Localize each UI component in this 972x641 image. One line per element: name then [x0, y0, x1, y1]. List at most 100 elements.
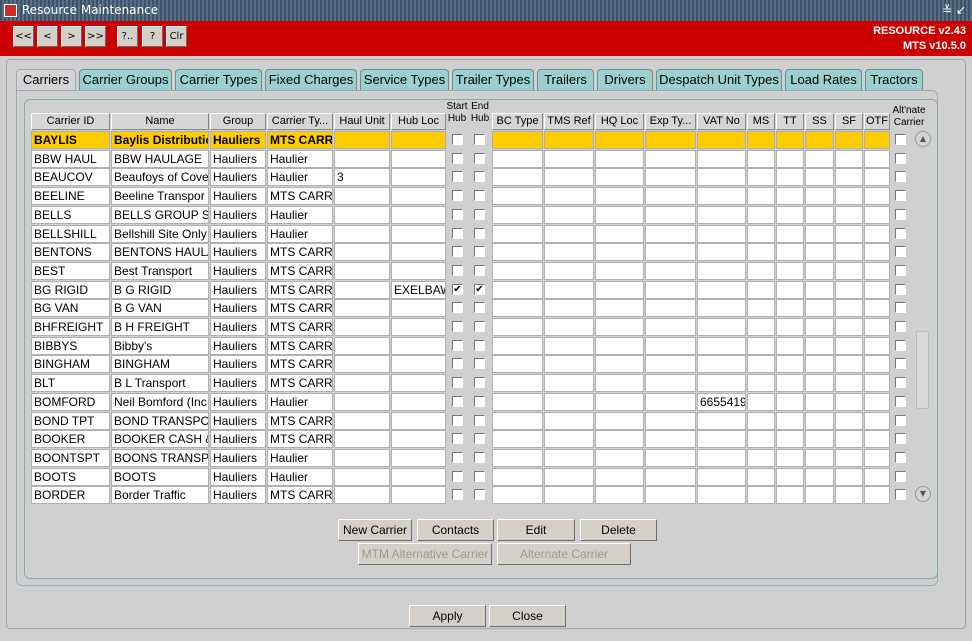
carrier-id-cell[interactable]: BEST	[31, 261, 110, 280]
tt-cell[interactable]	[776, 355, 804, 374]
sf-cell[interactable]	[835, 299, 863, 318]
haul-unit-cell[interactable]	[334, 280, 390, 299]
group-cell[interactable]: Hauliers	[210, 467, 266, 486]
hq-loc-cell[interactable]	[595, 486, 644, 505]
carrier-id-cell[interactable]: BEELINE	[31, 187, 110, 206]
haul-unit-cell[interactable]	[334, 392, 390, 411]
hq-loc-cell[interactable]	[595, 299, 644, 318]
carrier-type-cell[interactable]: Haulier	[267, 224, 333, 243]
tms-ref-cell[interactable]	[544, 261, 594, 280]
tt-cell[interactable]	[776, 392, 804, 411]
haul-unit-cell[interactable]	[334, 467, 390, 486]
haul-unit-cell[interactable]	[334, 299, 390, 318]
end-hub-checkbox[interactable]	[474, 451, 485, 463]
name-cell[interactable]: Bibby's	[111, 336, 209, 355]
carrier-id-cell[interactable]: BAYLIS	[31, 131, 110, 149]
table-row[interactable]: BAYLIS Baylis Distributio Hauliers MTS CARR…	[31, 131, 906, 150]
ms-cell[interactable]	[747, 280, 775, 299]
name-cell[interactable]: BELLS GROUP S	[111, 205, 209, 224]
exp-type-cell[interactable]	[645, 374, 696, 393]
bc-type-cell[interactable]	[492, 299, 543, 318]
carrier-id-cell[interactable]: BOND TPT	[31, 411, 110, 430]
column-header-hq-loc[interactable]: HQ Loc	[595, 113, 644, 130]
tt-cell[interactable]	[776, 187, 804, 206]
carrier-type-cell[interactable]: MTS CARR	[267, 374, 333, 393]
carrier-type-cell[interactable]: MTS CARR	[267, 355, 333, 374]
end-hub-checkbox[interactable]	[474, 395, 485, 407]
start-hub-checkbox[interactable]	[452, 152, 463, 164]
carrier-type-cell[interactable]: Haulier	[267, 467, 333, 486]
hub-loc-cell[interactable]	[391, 486, 446, 505]
table-row[interactable]: BG VAN B G VAN Hauliers MTS CARR	[31, 299, 906, 318]
start-hub-checkbox[interactable]	[452, 321, 463, 332]
scroll-thumb[interactable]	[916, 331, 929, 409]
exp-type-cell[interactable]	[645, 411, 696, 430]
group-cell[interactable]: Hauliers	[210, 131, 266, 149]
otf-cell[interactable]	[864, 336, 890, 355]
table-row[interactable]: BHFREIGHT B H FREIGHT Hauliers MTS CARR	[31, 318, 906, 337]
otf-cell[interactable]	[864, 205, 890, 224]
group-cell[interactable]: Hauliers	[210, 243, 266, 262]
hub-loc-cell[interactable]	[391, 299, 446, 318]
ms-cell[interactable]	[747, 131, 775, 149]
haul-unit-cell[interactable]	[334, 131, 390, 149]
carrier-id-cell[interactable]: BOMFORD	[31, 392, 110, 411]
start-hub-checkbox[interactable]	[452, 302, 463, 314]
scroll-up-icon[interactable]: ▲	[915, 131, 931, 147]
ms-cell[interactable]	[747, 486, 775, 505]
end-hub-checkbox[interactable]	[474, 264, 485, 276]
table-row[interactable]: BELLSHILL Bellshill Site Only Hauliers Haul…	[31, 224, 906, 244]
group-cell[interactable]: Hauliers	[210, 374, 266, 393]
carrier-id-cell[interactable]: BORDER	[31, 486, 110, 505]
carrier-type-cell[interactable]: Haulier	[267, 448, 333, 467]
otf-cell[interactable]	[864, 318, 890, 336]
vat-no-cell[interactable]	[697, 205, 746, 224]
alt-carrier-checkbox[interactable]	[895, 414, 906, 426]
ms-cell[interactable]	[747, 355, 775, 374]
sf-cell[interactable]	[835, 149, 863, 168]
column-header-tt[interactable]: TT	[776, 113, 804, 130]
otf-cell[interactable]	[864, 355, 890, 374]
bc-type-cell[interactable]	[492, 486, 543, 505]
table-row[interactable]: BOMFORD Neil Bomford (Inc Hauliers Haulier 6…	[31, 392, 906, 412]
carrier-id-cell[interactable]: BOOKER	[31, 430, 110, 449]
table-row[interactable]: BELLS BELLS GROUP S Hauliers Haulier	[31, 205, 906, 225]
otf-cell[interactable]	[864, 448, 890, 467]
tms-ref-cell[interactable]	[544, 318, 594, 336]
group-cell[interactable]: Hauliers	[210, 224, 266, 243]
carrier-type-cell[interactable]: Haulier	[267, 168, 333, 187]
tms-ref-cell[interactable]	[544, 168, 594, 187]
end-hub-checkbox[interactable]	[474, 321, 485, 332]
name-cell[interactable]: B L Transport	[111, 374, 209, 393]
hub-loc-cell[interactable]	[391, 318, 446, 336]
column-header-ms[interactable]: MS	[747, 113, 775, 130]
column-header-tms-ref[interactable]: TMS Ref	[544, 113, 594, 130]
bc-type-cell[interactable]	[492, 261, 543, 280]
alt-carrier-checkbox[interactable]	[895, 302, 906, 314]
hub-loc-cell[interactable]	[391, 224, 446, 243]
ms-cell[interactable]	[747, 411, 775, 430]
mtm-alternative-carrier-button[interactable]: MTM Alternative Carrier	[358, 543, 492, 565]
exp-type-cell[interactable]	[645, 205, 696, 224]
group-cell[interactable]: Hauliers	[210, 205, 266, 224]
name-cell[interactable]: B G VAN	[111, 299, 209, 318]
carrier-type-cell[interactable]: MTS CARR	[267, 261, 333, 280]
hub-loc-cell[interactable]	[391, 392, 446, 411]
apply-button[interactable]: Apply	[409, 605, 486, 627]
group-cell[interactable]: Hauliers	[210, 261, 266, 280]
start-hub-checkbox[interactable]	[452, 358, 463, 370]
exp-type-cell[interactable]	[645, 187, 696, 206]
carrier-id-cell[interactable]: BHFREIGHT	[31, 318, 110, 336]
edit-button[interactable]: Edit	[497, 519, 575, 541]
hub-loc-cell[interactable]	[391, 336, 446, 355]
hq-loc-cell[interactable]	[595, 243, 644, 262]
alt-carrier-checkbox[interactable]	[895, 134, 906, 145]
end-hub-checkbox[interactable]	[474, 190, 485, 202]
alt-carrier-checkbox[interactable]	[895, 190, 906, 202]
carrier-id-cell[interactable]: BOOTS	[31, 467, 110, 486]
column-header-bc-type[interactable]: BC Type	[492, 113, 543, 130]
query-button[interactable]: ?	[142, 26, 163, 47]
otf-cell[interactable]	[864, 392, 890, 411]
name-cell[interactable]: Beeline Transpor	[111, 187, 209, 206]
vat-no-cell[interactable]	[697, 448, 746, 467]
